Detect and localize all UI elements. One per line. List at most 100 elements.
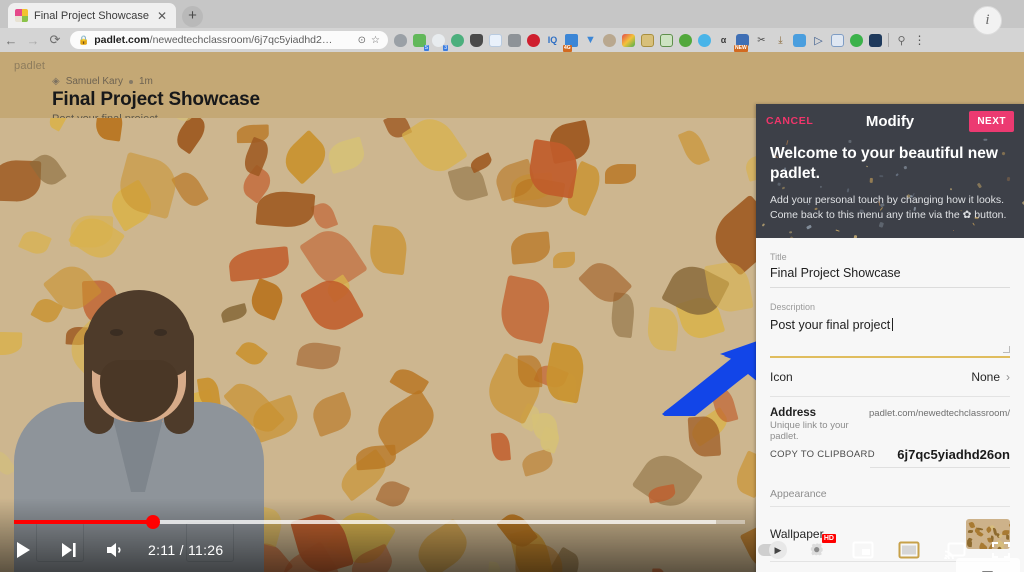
video-control-bar: 2:11 / 11:26 ▶ HD <box>0 528 1024 572</box>
new-tab-button[interactable]: + <box>182 6 203 27</box>
video-progress-bar[interactable] <box>14 515 745 529</box>
edit-extension-icon[interactable] <box>828 31 847 50</box>
url-path: /newedtechclassroom/6j7qc5yiadhd2… <box>149 34 333 46</box>
refresh-extension-icon[interactable] <box>790 31 809 50</box>
next-video-button[interactable] <box>46 528 92 572</box>
fullscreen-button[interactable] <box>978 528 1024 572</box>
padlet-page: padlet ◈ Samuel Kary 1m Final Project Sh… <box>0 52 1024 572</box>
address-bottom-row: COPY TO CLIPBOARD 6j7qc5yiadhd26on <box>770 447 1010 462</box>
puzzle-extension-icon[interactable]: ⚲ <box>892 31 911 50</box>
colorful-extension-icon[interactable] <box>619 31 638 50</box>
browser-chrome: Final Project Showcase ✕ + ← → ⟳ 🔒 padle… <box>0 0 1024 52</box>
hd-quality-badge: HD <box>821 534 836 543</box>
profile-info-badge[interactable]: i <box>973 6 1002 35</box>
address-host: padlet.com/newedtechclassroom/ <box>869 408 1010 419</box>
icon-row-value: None <box>971 370 1000 384</box>
url-host: padlet.com <box>94 34 150 46</box>
palette-extension-icon[interactable] <box>600 31 619 50</box>
chevron-right-icon: › <box>1006 370 1010 384</box>
vidyard-extension-icon[interactable]: ▼ <box>581 31 600 50</box>
cast-button[interactable] <box>932 528 978 572</box>
play-button[interactable] <box>0 528 46 572</box>
post-author: Samuel Kary <box>65 76 123 87</box>
screenshot-root: Final Project Showcase ✕ + ← → ⟳ 🔒 padle… <box>0 0 1024 572</box>
scissors-extension-icon[interactable]: ✂ <box>752 31 771 50</box>
address-slug-underline <box>870 467 1010 468</box>
shield-extension-icon[interactable] <box>467 31 486 50</box>
back-icon[interactable]: ← <box>0 33 22 48</box>
forward-icon[interactable]: → <box>22 33 44 48</box>
grammarly-extension-icon[interactable] <box>448 31 467 50</box>
video-extension-icon[interactable]: 4G <box>562 31 581 52</box>
description-input[interactable]: Post your final project <box>770 318 890 332</box>
toolbar-divider <box>888 33 889 47</box>
icon-row[interactable]: Icon None › <box>756 358 1024 396</box>
modify-panel: CANCEL Modify NEXT Welcome to your beaut… <box>756 104 1024 572</box>
address-title: Address <box>770 407 817 419</box>
title-field-group: Title Final Project Showcase <box>756 238 1024 288</box>
panel-header-row: CANCEL Modify NEXT <box>756 104 1024 138</box>
bitly-extension-icon[interactable] <box>505 31 524 50</box>
share-icon[interactable]: ⊙ <box>358 35 366 46</box>
tab-title: Final Project Showcase <box>34 9 149 22</box>
moon-extension-icon[interactable] <box>866 31 885 50</box>
gem-icon: ◈ <box>52 76 60 87</box>
theater-mode-button[interactable] <box>886 528 932 572</box>
greenframe-extension-icon[interactable] <box>657 31 676 50</box>
reload-icon[interactable]: ⟳ <box>44 32 66 48</box>
icon-row-value-wrap: None › <box>971 370 1010 384</box>
icon-row-label: Icon <box>770 370 793 384</box>
modify-panel-header: CANCEL Modify NEXT Welcome to your beaut… <box>756 104 1024 238</box>
resize-handle-icon[interactable] <box>1003 346 1010 353</box>
appearance-section-label: Appearance <box>770 488 827 500</box>
address-slug-input[interactable]: 6j7qc5yiadhd26on <box>897 447 1010 462</box>
text-caret <box>892 318 894 331</box>
screencastify-extension-icon[interactable]: S <box>410 31 429 51</box>
browser-toolbar: ← → ⟳ 🔒 padlet.com/newedtechclassroom/6j… <box>0 28 1024 52</box>
modify-panel-body: Title Final Project Showcase Description… <box>756 238 1024 572</box>
diamond-extension-icon[interactable] <box>695 31 714 50</box>
progress-scrubber-handle[interactable] <box>145 515 160 529</box>
welcome-heading: Welcome to your beautiful new padlet. <box>770 145 998 182</box>
lock-icon: 🔒 <box>78 34 90 45</box>
loom-extension-icon[interactable]: 3 <box>429 31 448 51</box>
description-textarea-box[interactable]: Post your final project <box>770 316 1010 356</box>
flower-extension-icon[interactable] <box>676 31 695 50</box>
padlet-favicon-icon <box>15 9 28 22</box>
miniplayer-button[interactable] <box>840 528 886 572</box>
volume-button[interactable] <box>92 528 138 572</box>
title-field-label: Title <box>770 252 787 262</box>
iq-extension-icon[interactable]: IQ <box>543 31 562 50</box>
address-bar[interactable]: 🔒 padlet.com/newedtechclassroom/6j7qc5yi… <box>70 31 388 49</box>
post-time: 1m <box>138 76 153 87</box>
padlet-logo[interactable]: padlet <box>14 60 45 72</box>
green-dot-extension-icon[interactable] <box>847 31 866 50</box>
video-player[interactable] <box>0 118 759 572</box>
meta-separator-dot <box>128 79 133 84</box>
description-field-label: Description <box>770 302 816 312</box>
frame-extension-icon[interactable] <box>638 31 657 50</box>
address-subtitle: Unique link to your padlet. <box>770 420 849 442</box>
doc-extension-icon[interactable] <box>486 31 505 50</box>
pinterest-extension-icon[interactable] <box>524 31 543 50</box>
post-meta: ◈ Samuel Kary 1m <box>52 76 472 87</box>
copy-to-clipboard-button[interactable]: COPY TO CLIPBOARD <box>770 449 875 460</box>
next-button[interactable]: NEXT <box>969 110 1014 132</box>
title-input[interactable]: Final Project Showcase <box>770 266 1010 287</box>
tab-strip: Final Project Showcase ✕ + <box>0 0 1024 28</box>
url-text: padlet.com/newedtechclassroom/6j7qc5yiad… <box>94 34 352 46</box>
settings-gear-icon[interactable]: HD <box>794 528 840 572</box>
browser-tab[interactable]: Final Project Showcase ✕ <box>8 3 176 28</box>
play-extension-icon[interactable]: ▷ <box>809 31 828 50</box>
autoplay-toggle[interactable]: ▶ <box>748 528 794 572</box>
ez-extension-icon[interactable]: α <box>714 31 733 50</box>
new-extension-icon[interactable]: NEW <box>733 31 752 52</box>
address-top-row: Address Unique link to your padlet. padl… <box>770 407 1010 442</box>
download-extension-icon[interactable]: ⤓ <box>771 31 790 50</box>
page-title: Final Project Showcase <box>52 89 260 110</box>
chrome-menu-icon[interactable]: ⋮ <box>911 33 928 47</box>
bookmark-star-icon[interactable]: ☆ <box>371 35 380 46</box>
extension-icons: S 3 IQ 4G ▼ α NEW ✂ ⤓ ▷ ⚲ ⋮ <box>391 31 1024 52</box>
close-icon[interactable]: ✕ <box>155 10 169 22</box>
cloud-extension-icon[interactable] <box>391 31 410 50</box>
